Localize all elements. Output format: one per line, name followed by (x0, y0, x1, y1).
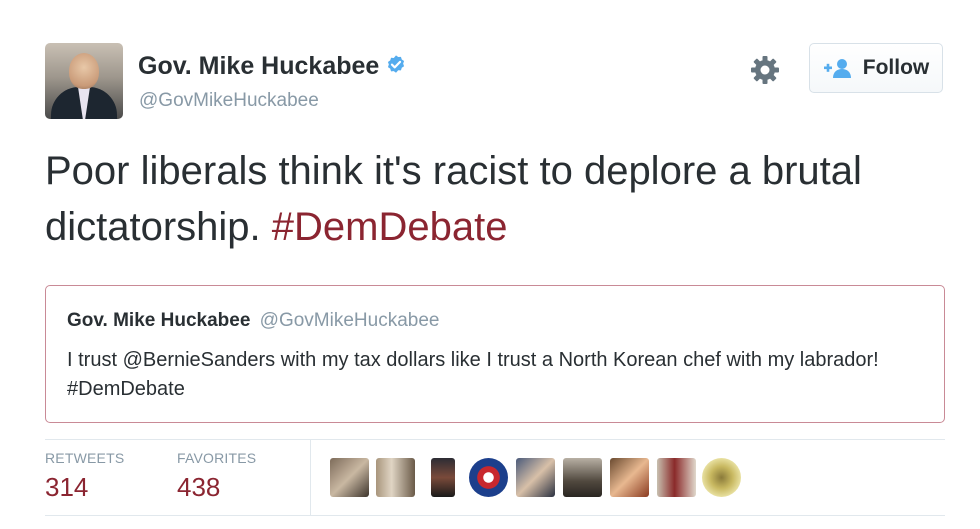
favorites-count: 438 (177, 472, 221, 502)
favorites-stat[interactable]: FAVORITES 438 (177, 450, 256, 503)
favoriter-avatar[interactable] (431, 458, 455, 497)
retweets-stat[interactable]: RETWEETS 314 (45, 450, 124, 503)
add-user-icon (823, 59, 851, 78)
favoriter-avatar[interactable] (563, 458, 602, 497)
quoted-tweet-header: Gov. Mike Huckabee @GovMikeHuckabee (67, 310, 439, 332)
author-name[interactable]: Gov. Mike Huckabee (138, 52, 407, 81)
stats-separator (310, 440, 311, 515)
author-name-text[interactable]: Gov. Mike Huckabee (138, 52, 379, 80)
author-handle[interactable]: @GovMikeHuckabee (139, 90, 319, 112)
follow-button-label: Follow (862, 56, 930, 79)
tweet-text: Poor liberals think it's racist to deplo… (45, 143, 945, 255)
favoriter-avatar[interactable] (330, 458, 369, 497)
favoriter-avatar[interactable] (469, 458, 508, 497)
favorites-label: FAVORITES (177, 450, 257, 466)
avatar-head-shape (69, 53, 99, 89)
stats-divider-bottom (45, 515, 945, 516)
tweet-hashtag-link[interactable]: #DemDebate (272, 205, 508, 249)
quoted-tweet-author-handle: @GovMikeHuckabee (259, 310, 440, 331)
retweets-label: RETWEETS (45, 450, 125, 466)
author-avatar[interactable] (45, 43, 123, 119)
favoriter-avatar[interactable] (702, 458, 741, 497)
quoted-tweet-text: I trust @BernieSanders with my tax dolla… (67, 349, 879, 400)
gear-icon[interactable] (749, 54, 781, 86)
follow-button[interactable]: Follow (809, 43, 943, 93)
retweets-count: 314 (45, 472, 89, 502)
favoriter-avatar[interactable] (376, 458, 415, 497)
stats-divider-top (45, 439, 945, 440)
favoriter-avatar[interactable] (610, 458, 649, 497)
favoriter-avatar[interactable] (516, 458, 555, 497)
verified-badge-icon (388, 55, 405, 73)
favoriter-avatar[interactable] (657, 458, 696, 497)
quoted-tweet-card[interactable]: Gov. Mike Huckabee @GovMikeHuckabee I tr… (45, 285, 945, 423)
quoted-tweet-author-name: Gov. Mike Huckabee (67, 310, 251, 331)
